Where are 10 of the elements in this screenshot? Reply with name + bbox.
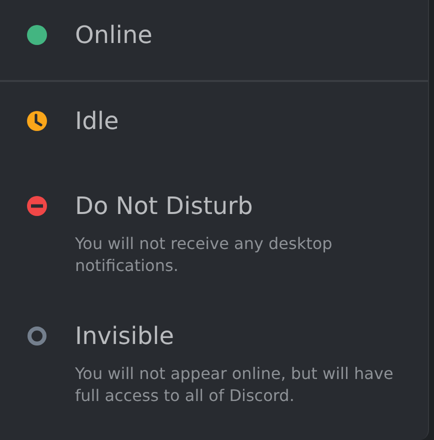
status-description: You will not receive any desktop notifications. bbox=[75, 233, 334, 277]
status-description: You will not appear online, but will have full access to all of Discord. bbox=[75, 363, 394, 407]
status-label: Invisible bbox=[75, 321, 175, 351]
status-option[interactable]: Idle bbox=[0, 82, 428, 167]
status-label: Idle bbox=[75, 106, 119, 136]
status-option[interactable]: Online bbox=[0, 0, 428, 80]
status-option[interactable]: Do Not Disturb You will not receive any desktop notifications. bbox=[0, 167, 428, 297]
status-label: Do Not Disturb bbox=[75, 191, 254, 221]
status-option[interactable]: Invisible You will not appear online, but will have full access to all of Discord. bbox=[0, 297, 428, 427]
status-label: Online bbox=[75, 20, 152, 50]
